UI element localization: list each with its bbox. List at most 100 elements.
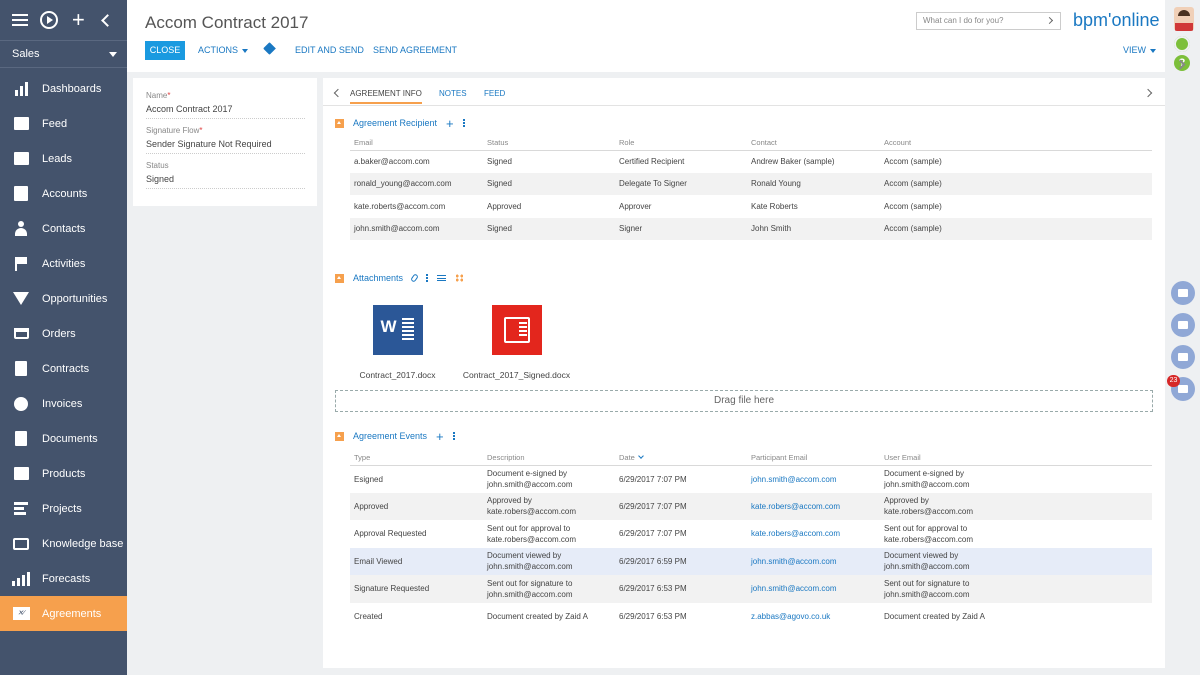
user-email-cell: Approved by kate.robers@accom.com (880, 492, 1152, 520)
send-agreement-button[interactable]: SEND AGREEMENT (373, 45, 457, 55)
tab-feed[interactable]: FEED (484, 89, 505, 98)
participant-email-link[interactable]: kate.robers@accom.com (747, 492, 880, 520)
nav-item-activities[interactable]: Activities (0, 246, 127, 281)
column-header[interactable]: Date (615, 451, 747, 466)
signature-flow-value[interactable]: Sender Signature Not Required (146, 139, 305, 154)
column-header[interactable]: Type (350, 451, 483, 466)
table-row[interactable]: Signature Requested Sent out for signatu… (350, 575, 1152, 603)
collapse-icon[interactable] (335, 118, 344, 128)
nav-item-documents[interactable]: Documents (0, 421, 127, 456)
role-cell: Delegate To Signer (615, 172, 747, 195)
field-label: Status (146, 161, 169, 170)
collapse-icon[interactable] (335, 273, 344, 283)
play-icon[interactable] (39, 10, 59, 30)
nav-item-forecasts[interactable]: Forecasts (0, 561, 127, 596)
file-drop-zone[interactable]: Drag file here (335, 390, 1153, 412)
column-header[interactable]: Account (880, 136, 1152, 151)
collapse-icon[interactable] (335, 431, 344, 441)
workplace-selector[interactable]: Sales (0, 40, 127, 68)
table-row[interactable]: Approval Requested Sent out for approval… (350, 520, 1152, 548)
more-menu-icon[interactable] (452, 432, 455, 440)
tab-notes[interactable]: NOTES (439, 89, 467, 98)
nav-item-contacts[interactable]: Contacts (0, 211, 127, 246)
tag-icon[interactable] (263, 42, 276, 55)
table-row[interactable]: Created Document created by Zaid A 6/29/… (350, 603, 1152, 631)
actions-button[interactable]: ACTIONS (198, 45, 249, 55)
nav-item-label: Projects (42, 502, 82, 515)
chat-icon[interactable] (1171, 345, 1195, 369)
date-cell: 6/29/2017 7:07 PM (615, 492, 747, 520)
cart-icon (12, 326, 30, 342)
column-header[interactable]: User Email (880, 451, 1152, 466)
nav-item-label: Leads (42, 152, 72, 165)
column-header[interactable]: Status (483, 136, 615, 151)
command-search-input[interactable]: What can I do for you? (916, 12, 1061, 30)
participant-email-link[interactable]: john.smith@accom.com (747, 465, 880, 493)
nav-item-accounts[interactable]: Accounts (0, 176, 127, 211)
status-field[interactable]: Status Signed (146, 161, 305, 189)
participant-email-link[interactable]: z.abbas@agovo.co.uk (747, 603, 880, 631)
signature-flow-field[interactable]: Signature Flow* Sender Signature Not Req… (146, 126, 305, 154)
add-icon[interactable]: + (68, 9, 88, 31)
add-recipient-icon[interactable]: + (446, 117, 454, 130)
date-cell: 6/29/2017 6:59 PM (615, 547, 747, 575)
nav-item-contracts[interactable]: Contracts (0, 351, 127, 386)
chevron-right-icon[interactable] (1143, 88, 1153, 98)
name-value[interactable]: Accom Contract 2017 (146, 104, 305, 119)
column-header[interactable]: Description (483, 451, 615, 466)
name-field[interactable]: Name* Accom Contract 2017 (146, 91, 305, 119)
nav-item-agreements[interactable]: ✕∕ Agreements (0, 596, 127, 631)
nav-item-invoices[interactable]: Invoices (0, 386, 127, 421)
list-view-icon[interactable] (437, 275, 447, 281)
nav-item-dashboards[interactable]: Dashboards (0, 71, 127, 106)
nav-item-label: Forecasts (42, 572, 91, 585)
status-value[interactable]: Signed (146, 174, 305, 189)
more-menu-icon[interactable] (426, 274, 429, 282)
column-header[interactable]: Contact (747, 136, 880, 151)
chevron-left-icon[interactable] (333, 88, 343, 98)
bar-chart-icon (12, 81, 30, 97)
gear-icon[interactable] (1174, 36, 1190, 52)
tile-view-icon[interactable] (455, 274, 465, 282)
avatar[interactable] (1174, 7, 1194, 31)
nav-item-products[interactable]: Products (0, 456, 127, 491)
participant-email-link[interactable]: kate.robers@accom.com (747, 520, 880, 548)
column-header[interactable]: Participant Email (747, 451, 880, 466)
column-header[interactable]: Role (615, 136, 747, 151)
add-event-icon[interactable]: + (436, 430, 444, 443)
paperclip-icon[interactable] (410, 273, 419, 283)
tab-agreement-info[interactable]: AGREEMENT INFO (350, 89, 422, 104)
attachment-item[interactable]: W Contract_2017.docx (350, 305, 445, 380)
column-header[interactable]: Email (350, 136, 483, 151)
attachment-item[interactable]: Contract_2017_Signed.docx (454, 305, 579, 380)
events-title[interactable]: Agreement Events (353, 431, 427, 441)
field-label: Signature Flow* (146, 126, 203, 135)
menu-icon[interactable] (10, 10, 30, 30)
nav-item-leads[interactable]: Leads (0, 141, 127, 176)
table-row-selected[interactable]: Email Viewed Document viewed by john.smit… (350, 547, 1152, 575)
projects-icon (12, 501, 30, 517)
table-row[interactable]: john.smith@accom.com Signed Signer John … (350, 217, 1152, 240)
nav-item-feed[interactable]: Feed (0, 106, 127, 141)
table-row[interactable]: Esigned Document e-signed by john.smith@a… (350, 465, 1152, 493)
participant-email-link[interactable]: john.smith@accom.com (747, 547, 880, 575)
table-row[interactable]: a.baker@accom.com Signed Certified Recip… (350, 150, 1152, 173)
nav-item-orders[interactable]: Orders (0, 316, 127, 351)
phone-icon[interactable] (1171, 281, 1195, 305)
collapse-nav-icon[interactable] (97, 10, 117, 30)
recipients-title[interactable]: Agreement Recipient (353, 118, 437, 128)
table-row[interactable]: ronald_young@accom.com Signed Delegate T… (350, 172, 1152, 195)
table-row[interactable]: kate.roberts@accom.com Approved Approver… (350, 195, 1152, 218)
attachments-title[interactable]: Attachments (353, 273, 403, 283)
email-icon[interactable] (1171, 313, 1195, 337)
nav-item-projects[interactable]: Projects (0, 491, 127, 526)
account-cell: Accom (sample) (884, 201, 942, 211)
participant-email-link[interactable]: john.smith@accom.com (747, 575, 880, 603)
view-button[interactable]: VIEW (1123, 45, 1157, 55)
nav-item-opportunities[interactable]: Opportunities (0, 281, 127, 316)
edit-and-send-button[interactable]: EDIT AND SEND (295, 45, 364, 55)
more-menu-icon[interactable] (462, 119, 465, 127)
nav-item-knowledge-base[interactable]: Knowledge base (0, 526, 127, 561)
close-button[interactable]: CLOSE (145, 41, 185, 60)
table-row[interactable]: Approved Approved by kate.robers@accom.co… (350, 492, 1152, 520)
